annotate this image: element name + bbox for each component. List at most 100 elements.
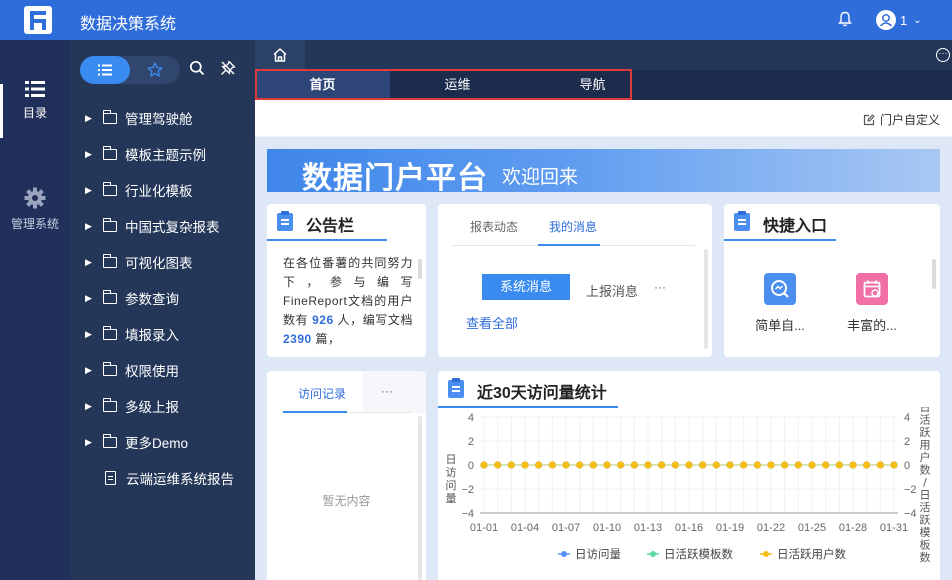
legend-label: 日活跃模板数	[664, 547, 733, 561]
nav-item-catalog[interactable]: 目录	[0, 80, 70, 121]
data-point	[494, 461, 502, 469]
tab-visit-records[interactable]: 访问记录	[267, 371, 363, 413]
tree-item-label: 中国式复杂报表	[125, 220, 220, 235]
caret-right-icon: ▶	[85, 400, 92, 411]
data-point	[740, 461, 748, 469]
messages-card: 报表动态 我的消息 系统消息 上报消息 ··· 查看全部	[438, 204, 712, 357]
scrollbar[interactable]	[418, 416, 422, 580]
data-point	[521, 461, 529, 469]
user-menu[interactable]: 1 ⌄	[876, 9, 922, 31]
nav-item-label: 管理系统	[10, 217, 59, 231]
view-all-link[interactable]: 查看全部	[466, 313, 518, 332]
home-icon	[273, 48, 287, 62]
caret-right-icon: ▶	[85, 328, 92, 339]
visits-more-tab[interactable]: ···	[363, 371, 426, 413]
data-point	[603, 461, 611, 469]
folder-icon	[103, 109, 117, 124]
customize-portal-button[interactable]: 门户自定义	[863, 111, 940, 128]
quick-entry-item[interactable]: 丰富的...	[837, 273, 907, 334]
legend-label: 日访问量	[575, 547, 621, 561]
card-header: 公告栏	[267, 204, 426, 241]
notice-text: 在各位番薯的共同努力下，参与编写FineReport文档的用户数有 926 人，…	[283, 254, 413, 349]
card-title: 快捷入口	[763, 218, 828, 235]
tree-folder[interactable]: ▶ 多级上报	[70, 388, 255, 424]
x-tick-label: 01-13	[634, 522, 662, 534]
folder-icon	[103, 181, 117, 196]
search-chart-glyph	[771, 280, 789, 298]
y2-axis-title-char: 跃	[920, 513, 931, 527]
active-tab-indicator	[283, 411, 347, 413]
tab-label: 访问记录	[298, 387, 347, 401]
notice-user-count: 926	[312, 313, 334, 327]
system-messages-button[interactable]: 系统消息	[482, 274, 570, 300]
tab-report-activity[interactable]: 报表动态	[470, 218, 518, 235]
calendar-glyph	[863, 280, 881, 298]
scrollbar[interactable]	[418, 259, 422, 279]
tree-item-label: 多级上报	[125, 400, 179, 415]
quick-entry-item[interactable]: 简单自...	[745, 273, 815, 334]
x-tick-label: 01-16	[675, 522, 703, 534]
app-title: 数据决策系统	[80, 16, 177, 33]
data-point	[767, 461, 775, 469]
y2-axis-title-char: /	[923, 476, 927, 489]
y2-axis-title-char: 户	[920, 450, 931, 464]
gear-icon	[24, 187, 46, 209]
x-tick-label: 01-19	[716, 522, 744, 534]
caret-right-icon: ▶	[85, 148, 92, 159]
tree-item-label: 云端运维系统报告	[126, 472, 234, 487]
report-messages-button[interactable]: 上报消息	[586, 281, 638, 300]
search-chart-icon	[764, 273, 796, 305]
y2-tick-label: 0	[904, 460, 910, 472]
home-tab[interactable]	[255, 40, 305, 70]
tree-folder[interactable]: ▶ 行业化模板	[70, 172, 255, 208]
tree-folder[interactable]: ▶ 模板主题示例	[70, 136, 255, 172]
chevron-down-icon: ⌄	[913, 14, 922, 26]
y-tick-label: 2	[468, 436, 474, 448]
y2-axis-title-char: 用	[920, 439, 931, 452]
list-view-button[interactable]	[80, 56, 130, 84]
data-point	[699, 461, 707, 469]
tree-folder[interactable]: ▶ 管理驾驶舱	[70, 100, 255, 136]
data-point	[535, 461, 543, 469]
legend-marker	[561, 551, 567, 557]
clipboard-icon	[277, 211, 293, 231]
more-options-icon[interactable]: ···	[936, 48, 950, 62]
user-name: 1	[900, 12, 908, 28]
tree-folder[interactable]: ▶ 权限使用	[70, 352, 255, 388]
caret-right-icon: ▶	[85, 436, 92, 447]
more-icon[interactable]: ···	[654, 280, 666, 294]
tree-file[interactable]: 云端运维系统报告	[70, 460, 255, 496]
logo-icon[interactable]	[24, 6, 52, 34]
tree-item-label: 行业化模板	[125, 184, 193, 199]
tree-folder[interactable]: ▶ 可视化图表	[70, 244, 255, 280]
tree-folder[interactable]: ▶ 中国式复杂报表	[70, 208, 255, 244]
scrollbar[interactable]	[932, 259, 936, 289]
banner-title: 数据门户平台	[302, 162, 488, 192]
data-point	[507, 461, 515, 469]
folder-icon	[103, 217, 117, 232]
tree-folder[interactable]: ▶ 更多Demo	[70, 424, 255, 460]
star-icon[interactable]	[147, 62, 163, 78]
unpin-icon[interactable]	[220, 60, 236, 76]
search-icon[interactable]	[189, 60, 205, 76]
y2-tick-label: −4	[904, 508, 917, 520]
bell-icon[interactable]	[838, 11, 852, 27]
scrollbar[interactable]	[704, 249, 708, 349]
y-tick-label: 4	[468, 412, 474, 424]
caret-right-icon: ▶	[85, 256, 92, 267]
tree-folder[interactable]: ▶ 参数查询	[70, 280, 255, 316]
card-title: 公告栏	[306, 218, 355, 235]
tab-my-messages[interactable]: 我的消息	[549, 218, 597, 235]
tree-item-label: 模板主题示例	[125, 148, 206, 163]
tree-folder[interactable]: ▶ 填报录入	[70, 316, 255, 352]
y2-axis-title-char: 活	[920, 414, 931, 427]
nav-item-management[interactable]: 管理系统	[0, 187, 70, 232]
y2-axis-title-char: 板	[920, 538, 931, 552]
tree-item-label: 参数查询	[125, 292, 179, 307]
notice-doc-count: 2390	[283, 332, 312, 346]
quick-entry-label: 丰富的...	[847, 318, 897, 333]
avatar	[876, 10, 896, 30]
data-point	[480, 461, 488, 469]
data-point	[630, 461, 638, 469]
data-point	[781, 461, 789, 469]
